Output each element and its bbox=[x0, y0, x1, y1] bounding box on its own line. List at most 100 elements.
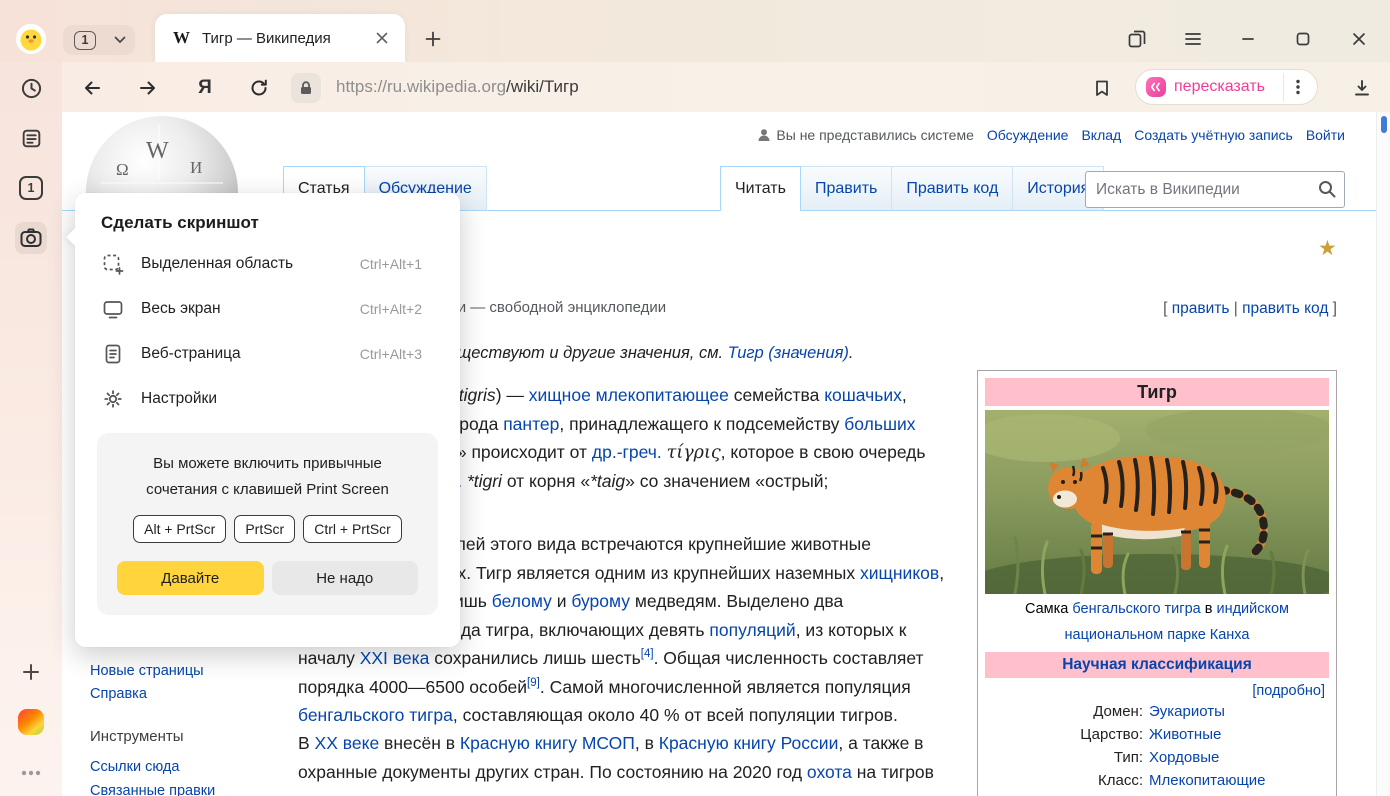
taxo-value-link[interactable]: Животные bbox=[1149, 725, 1221, 745]
inline-link[interactable]: др.-греч. bbox=[592, 442, 662, 462]
taxo-value-link[interactable]: Эукариоты bbox=[1149, 702, 1225, 722]
personal-link-create-account[interactable]: Создать учётную запись bbox=[1134, 127, 1293, 143]
collections-icon[interactable] bbox=[18, 125, 44, 151]
back-icon[interactable] bbox=[80, 76, 104, 100]
text-segment: . bbox=[849, 344, 854, 362]
inline-link[interactable]: охота bbox=[807, 762, 852, 782]
tab-panel-icon[interactable]: 1 bbox=[19, 176, 43, 200]
taxo-label: Царство: bbox=[985, 725, 1143, 745]
personal-link-contribs[interactable]: Вклад bbox=[1081, 127, 1121, 143]
yandex-services-icon[interactable] bbox=[18, 709, 44, 735]
search-icon[interactable] bbox=[1317, 179, 1337, 204]
key-ctrl-prtscr[interactable]: Ctrl + PrtScr bbox=[303, 515, 402, 543]
option-settings[interactable]: Настройки bbox=[75, 376, 460, 421]
yandex-search-icon[interactable]: Я bbox=[192, 75, 218, 101]
text-segment: , bbox=[902, 385, 907, 405]
ref-link[interactable]: [9] bbox=[527, 677, 540, 689]
inline-link[interactable]: пантер bbox=[503, 414, 559, 434]
inline-link[interactable]: больших bbox=[844, 414, 915, 434]
side-panel-icon[interactable] bbox=[1124, 26, 1150, 52]
option-shortcut: Ctrl+Alt+3 bbox=[360, 346, 422, 362]
tab-count-badge: 1 bbox=[63, 31, 107, 50]
downloads-icon[interactable] bbox=[1350, 76, 1374, 100]
inline-link[interactable]: популяций bbox=[709, 620, 795, 640]
option-selected-area[interactable]: Выделенная область Ctrl+Alt+1 bbox=[75, 241, 460, 286]
inline-link[interactable]: Красную книгу России bbox=[659, 733, 839, 753]
key-alt-prtscr[interactable]: Alt + PrtScr bbox=[133, 515, 226, 543]
menu-icon[interactable] bbox=[1180, 26, 1206, 52]
logo-seam bbox=[101, 182, 223, 184]
taxo-label: Класс: bbox=[985, 771, 1143, 791]
inline-link[interactable]: бенгальского тигра bbox=[1072, 601, 1200, 617]
search-input[interactable] bbox=[1085, 171, 1345, 208]
history-icon[interactable] bbox=[18, 75, 44, 101]
scrollbar-thumb[interactable] bbox=[1381, 116, 1387, 133]
tab-edit-source[interactable]: Править код bbox=[892, 166, 1013, 211]
inline-link[interactable]: бурому bbox=[571, 591, 630, 611]
browser-sidebar: 1 bbox=[0, 62, 62, 796]
logo-glyph: W bbox=[146, 138, 169, 165]
profile-avatar[interactable] bbox=[16, 24, 46, 54]
wiki-search bbox=[1085, 171, 1345, 208]
more-icon[interactable] bbox=[18, 760, 44, 786]
text-segment: | bbox=[1229, 300, 1242, 317]
inline-link[interactable]: XXI века bbox=[360, 648, 430, 668]
sidebar-link-new-pages[interactable]: Новые страницы bbox=[90, 663, 204, 679]
option-full-screen[interactable]: Весь экран Ctrl+Alt+2 bbox=[75, 286, 460, 331]
inline-link[interactable]: белому bbox=[492, 591, 552, 611]
new-tab-button[interactable] bbox=[420, 26, 446, 52]
key-prtscr[interactable]: PrtScr bbox=[234, 515, 295, 543]
tab-group-selector[interactable]: 1 bbox=[63, 25, 135, 55]
inline-link[interactable]: править код bbox=[1242, 300, 1328, 317]
inline-link[interactable]: Красную книгу МСОП bbox=[460, 733, 635, 753]
retell-button[interactable]: пересказать bbox=[1135, 69, 1318, 105]
address-bar[interactable]: https://ru.wikipedia.org/wiki/Тигр bbox=[336, 77, 579, 97]
chevron-down-icon[interactable] bbox=[107, 36, 133, 44]
taxo-value-link[interactable]: Млекопитающие bbox=[1149, 771, 1266, 791]
classification-header-link[interactable]: Научная классификация bbox=[985, 652, 1329, 678]
tab-edit[interactable]: Править bbox=[801, 166, 892, 211]
article-line: порядка 4000—6500 особей[9]. Самой много… bbox=[298, 673, 911, 701]
tab-read[interactable]: Читать bbox=[720, 166, 801, 211]
inline-link[interactable]: бенгальского тигра bbox=[298, 705, 453, 725]
option-web-page[interactable]: Веб-страница Ctrl+Alt+3 bbox=[75, 331, 460, 376]
inline-link[interactable]: править bbox=[1172, 300, 1230, 317]
featured-star-icon[interactable]: ★ bbox=[1318, 238, 1337, 260]
printscreen-hint-box: Вы можете включить привычные сочетания с… bbox=[97, 433, 438, 615]
forward-icon[interactable] bbox=[136, 76, 160, 100]
inline-link[interactable]: индийском bbox=[1216, 601, 1289, 617]
tab-close-icon[interactable] bbox=[371, 27, 393, 49]
site-lock-icon[interactable] bbox=[291, 73, 321, 103]
bookmark-flag-icon[interactable] bbox=[1090, 76, 1114, 100]
inline-link[interactable]: Тигр (значения) bbox=[728, 344, 849, 362]
screenshot-tool-icon[interactable] bbox=[15, 222, 47, 254]
kebab-menu-icon[interactable] bbox=[1283, 73, 1311, 101]
taxo-value-link[interactable]: Хордовые bbox=[1149, 748, 1219, 768]
gear-icon bbox=[101, 388, 125, 410]
maximize-button[interactable] bbox=[1290, 26, 1316, 52]
sidebar-link-help[interactable]: Справка bbox=[90, 686, 147, 702]
personal-link-talk[interactable]: Обсуждение bbox=[987, 127, 1069, 143]
inline-link[interactable]: хищное млекопитающее bbox=[529, 385, 729, 405]
inline-link[interactable]: кошачьих bbox=[824, 385, 902, 405]
close-button[interactable] bbox=[1346, 26, 1372, 52]
taxo-row: Класс: Млекопитающие bbox=[985, 771, 1329, 791]
ref-link[interactable]: [4] bbox=[641, 648, 654, 660]
personal-link-login[interactable]: Войти bbox=[1306, 127, 1345, 143]
decline-button[interactable]: Не надо bbox=[272, 561, 419, 595]
sidebar-link-what-links-here[interactable]: Ссылки сюда bbox=[90, 759, 179, 775]
inline-link[interactable]: национальном парке Канха bbox=[1065, 627, 1250, 643]
inline-link[interactable]: XX веке bbox=[315, 733, 380, 753]
inline-link[interactable]: хищников bbox=[860, 563, 939, 583]
tiger-photo[interactable] bbox=[985, 410, 1329, 594]
details-link[interactable]: [подробно] bbox=[985, 683, 1329, 699]
infobox-title: Тигр bbox=[985, 378, 1329, 406]
page-scrollbar[interactable] bbox=[1376, 112, 1390, 796]
accept-button[interactable]: Давайте bbox=[117, 561, 264, 595]
reload-icon[interactable] bbox=[247, 76, 271, 100]
text-segment: , а также в bbox=[838, 733, 923, 753]
add-panel-icon[interactable] bbox=[18, 659, 44, 685]
minimize-button[interactable] bbox=[1235, 26, 1261, 52]
sidebar-link-related-changes[interactable]: Связанные правки bbox=[90, 783, 215, 796]
active-tab[interactable]: W Тигр — Википедия bbox=[155, 14, 405, 62]
